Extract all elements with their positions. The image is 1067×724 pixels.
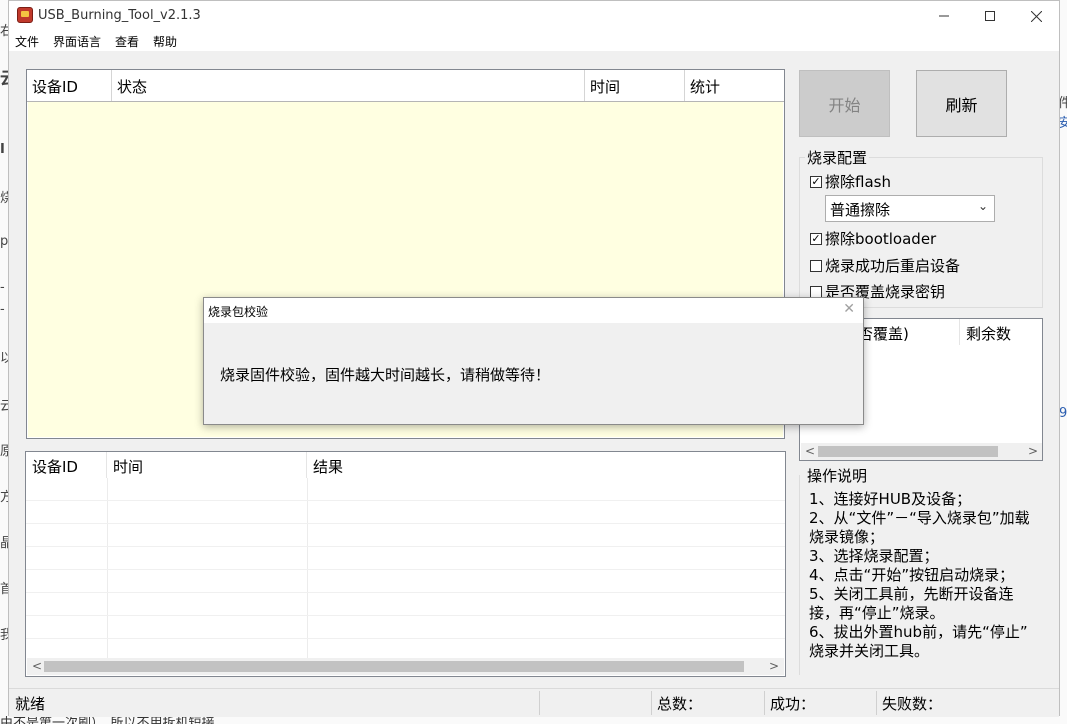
erase-bootloader-checkbox[interactable]: ✓ 擦除bootloader xyxy=(810,228,936,249)
col-header-result[interactable]: 结果 xyxy=(307,452,785,478)
col-header-time[interactable]: 时间 xyxy=(585,70,685,102)
erase-flash-checkbox[interactable]: ✓ 擦除flash xyxy=(810,171,891,192)
scroll-left-icon[interactable]: < xyxy=(805,443,815,460)
scroll-thumb[interactable] xyxy=(818,446,998,457)
grid-line xyxy=(26,615,785,616)
status-fail: 失败数： xyxy=(882,695,943,713)
status-separator xyxy=(539,691,540,715)
status-separator xyxy=(764,691,765,715)
bg-glyph: - xyxy=(0,280,5,295)
grid-line xyxy=(26,638,785,639)
result-table[interactable]: 设备ID 时间 结果 < > xyxy=(25,451,786,677)
scroll-right-icon[interactable]: > xyxy=(1028,443,1038,460)
bg-glyph: 9 xyxy=(1059,406,1067,421)
refresh-button[interactable]: 刷新 xyxy=(916,70,1007,137)
col-header-device-id[interactable]: 设备ID xyxy=(26,452,107,478)
status-total: 总数： xyxy=(657,695,703,713)
instruction-line: 5、关闭工具前，先断开设备连 xyxy=(809,585,1014,603)
verify-dialog: 烧录包校验 ✕ 烧录固件校验，固件越大时间越长，请稍做等待！ xyxy=(203,297,864,425)
col-header-device-id[interactable]: 设备ID xyxy=(27,70,112,102)
col-header-time[interactable]: 时间 xyxy=(107,452,307,478)
minimize-icon xyxy=(939,15,949,17)
instructions-text: 1、连接好HUB及设备； 2、从“文件”－“导入烧录包”加载 烧录镜像； 3、选… xyxy=(809,490,1030,661)
instruction-line: 4、点击“开始”按钮启动烧录； xyxy=(809,566,1015,584)
dialog-title: 烧录包校验 xyxy=(208,305,269,319)
dialog-message: 烧录固件校验，固件越大时间越长，请稍做等待！ xyxy=(220,366,551,384)
background-window-left: 右 云 I 烧 p - - 以 云 原 方 晶 首 我 xyxy=(0,0,17,724)
instruction-line: 3、选择烧录配置； xyxy=(809,547,939,565)
app-icon xyxy=(17,7,33,23)
status-success: 成功： xyxy=(770,695,816,713)
instruction-line: 烧录并关闭工具。 xyxy=(809,642,930,660)
erase-flash-label: 擦除flash xyxy=(825,173,891,191)
bg-bottom-text: 由不是第一次刷），所以不用拆机短接 xyxy=(0,716,215,724)
bg-glyph: I xyxy=(0,142,5,157)
reboot-after-label: 烧录成功后重启设备 xyxy=(825,257,961,275)
status-bar: 就绪 总数： 成功： 失败数： xyxy=(9,688,1059,717)
background-window-bottom: 由不是第一次刷），所以不用拆机短接 xyxy=(0,716,1067,724)
bg-glyph: - xyxy=(0,302,5,317)
grid-line xyxy=(307,478,308,658)
start-button[interactable]: 开始 xyxy=(799,70,890,137)
erase-bootloader-label: 擦除bootloader xyxy=(825,230,937,248)
minimize-button[interactable] xyxy=(921,1,967,31)
checkbox-icon: ✓ xyxy=(810,174,822,188)
maximize-button[interactable] xyxy=(967,1,1013,31)
erase-mode-value: 普通擦除 xyxy=(830,201,891,219)
grid-line xyxy=(26,500,785,501)
reboot-after-checkbox[interactable]: 烧录成功后重启设备 xyxy=(810,255,960,276)
close-icon xyxy=(1030,10,1042,22)
instruction-line: 6、拔出外置hub前，请先“停止” xyxy=(809,623,1028,641)
maximize-icon xyxy=(985,11,995,21)
grid-line xyxy=(107,478,108,658)
scroll-right-icon[interactable]: > xyxy=(769,658,779,675)
key-table-hscrollbar[interactable]: < > xyxy=(801,443,1042,460)
menu-file[interactable]: 文件 xyxy=(15,33,39,50)
checkbox-icon xyxy=(810,259,822,272)
close-button[interactable] xyxy=(1013,1,1059,31)
instruction-line: 2、从“文件”－“导入烧录包”加载 xyxy=(809,509,1030,527)
col-header-remaining[interactable]: 剩余数 xyxy=(960,319,1042,345)
instructions-title: 操作说明 xyxy=(805,465,870,486)
chevron-down-icon: ⌄ xyxy=(977,199,988,213)
menu-view[interactable]: 查看 xyxy=(115,33,139,50)
status-ready: 就绪 xyxy=(15,695,46,713)
burn-config-title: 烧录配置 xyxy=(805,147,870,168)
scroll-thumb[interactable] xyxy=(44,661,744,672)
checkbox-icon xyxy=(810,285,822,298)
instruction-line: 接，再“停止”烧录。 xyxy=(809,604,945,622)
col-header-status[interactable]: 状态 xyxy=(112,70,585,102)
grid-line xyxy=(26,592,785,593)
status-separator xyxy=(876,691,877,715)
result-table-hscrollbar[interactable]: < > xyxy=(27,658,784,675)
window-title: USB_Burning_Tool_v2.1.3 xyxy=(38,8,201,23)
grid-line xyxy=(26,569,785,570)
instruction-line: 1、连接好HUB及设备； xyxy=(809,490,972,508)
instruction-line: 烧录镜像； xyxy=(809,528,885,546)
menu-language[interactable]: 界面语言 xyxy=(53,33,101,50)
menu-bar: 文件 界面语言 查看 帮助 xyxy=(9,31,1059,51)
background-window-right: 件 安 9 xyxy=(1058,0,1067,724)
title-bar[interactable]: USB_Burning_Tool_v2.1.3 xyxy=(9,1,1059,31)
scroll-left-icon[interactable]: < xyxy=(32,658,42,675)
grid-line xyxy=(26,546,785,547)
menu-help[interactable]: 帮助 xyxy=(153,33,177,50)
col-header-stats[interactable]: 统计 xyxy=(685,70,784,102)
erase-mode-select[interactable]: 普通擦除 ⌄ xyxy=(825,195,995,222)
status-separator xyxy=(651,691,652,715)
dialog-title-bar[interactable]: 烧录包校验 ✕ xyxy=(204,298,863,323)
grid-line xyxy=(26,523,785,524)
checkbox-icon: ✓ xyxy=(810,231,822,245)
dialog-close-icon[interactable]: ✕ xyxy=(843,301,855,317)
